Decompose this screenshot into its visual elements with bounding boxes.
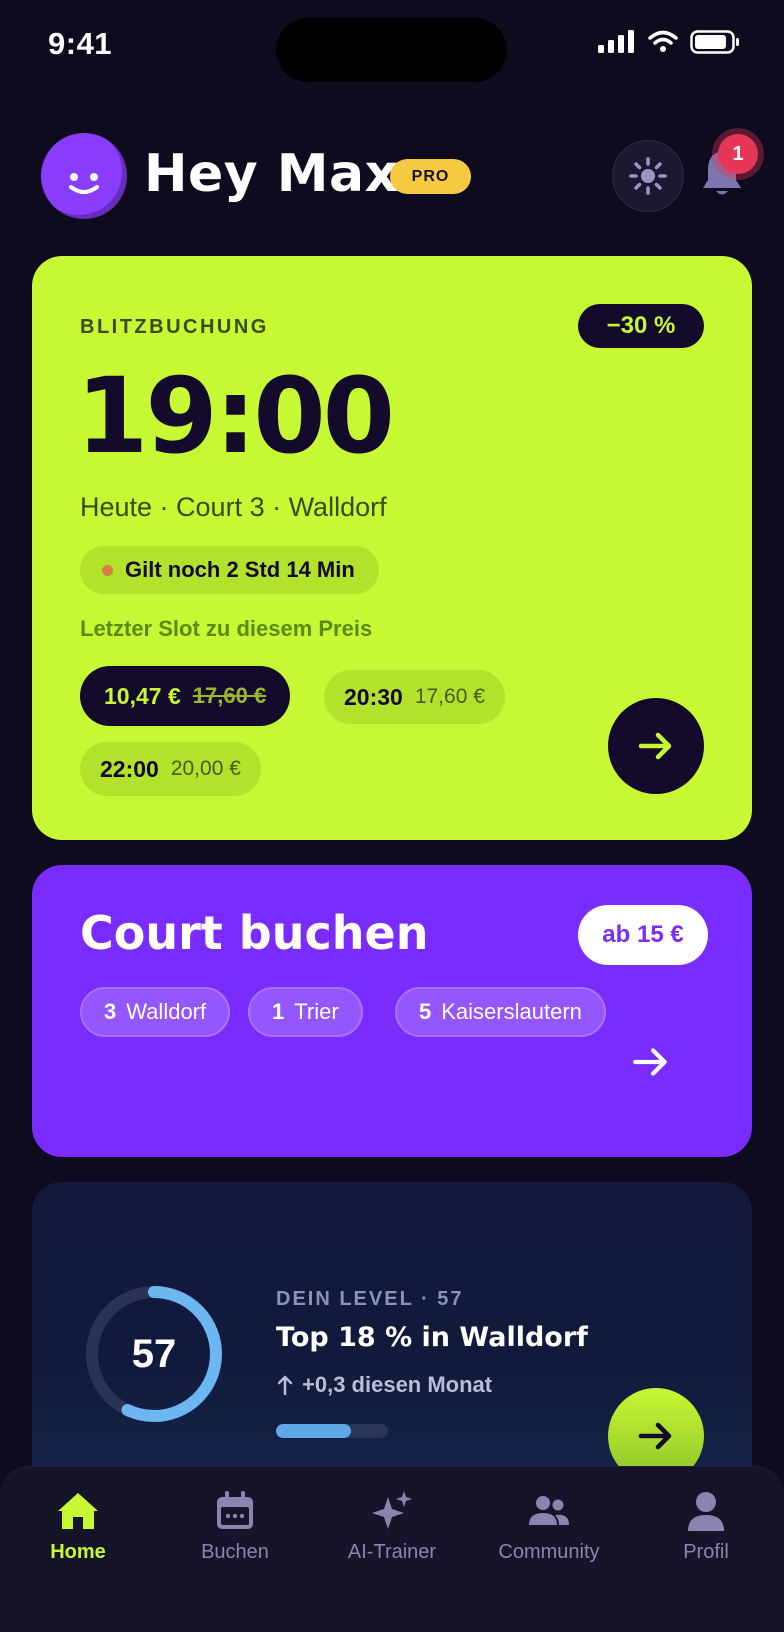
cellular-signal-icon	[598, 30, 634, 53]
validity-pill: Gilt noch 2 Std 14 Min	[80, 546, 379, 594]
tab-buchen[interactable]: Buchen	[165, 1487, 305, 1564]
dynamic-island	[276, 18, 507, 82]
level-progress-fill	[276, 1424, 352, 1438]
slot-price: 10,47 €	[104, 682, 181, 709]
slot-chip[interactable]: 22:00 20,00 €	[80, 742, 261, 796]
tab-home[interactable]: Home	[8, 1487, 148, 1564]
level-label: DEIN LEVEL · 57	[276, 1288, 464, 1310]
home-screen: 9:41 Hey Max PRO 1 BLITZBUCHUNG −30 % 19…	[0, 0, 784, 1632]
location-chip-walldorf[interactable]: 3 Walldorf	[80, 987, 231, 1037]
location-chip-trier[interactable]: 1 Trier	[248, 987, 363, 1037]
pro-badge: PRO	[390, 159, 471, 194]
tab-bar: Home Buchen AI-Trainer Community Profil	[0, 1466, 784, 1632]
status-time: 9:41	[48, 26, 113, 61]
blitz-label: BLITZBUCHUNG	[80, 316, 269, 338]
arrow-right-icon	[638, 1422, 672, 1450]
tab-label: AI-Trainer	[347, 1541, 437, 1563]
people-icon	[529, 1496, 569, 1525]
greeting: Hey Max	[144, 144, 399, 204]
tab-label: Home	[50, 1541, 106, 1563]
level-progress-bar	[276, 1424, 388, 1438]
location-name: Walldorf	[126, 999, 207, 1024]
slot-time: 22:00	[100, 755, 159, 782]
level-trend: +0,3 diesen Monat	[276, 1372, 492, 1398]
slot-chip-selected[interactable]: 10,47 € 17,60 €	[80, 666, 291, 726]
slot-price: 20,00 €	[170, 757, 241, 780]
battery-icon	[690, 30, 739, 54]
home-icon	[58, 1493, 98, 1529]
court-booking-card[interactable]: Court buchen ab 15 € 3 Walldorf 1 Trier …	[32, 865, 752, 1157]
tab-label: Profil	[683, 1541, 729, 1563]
slot-original-price: 17,60 €	[192, 683, 267, 708]
court-count: 3	[104, 999, 117, 1024]
notification-badge: 1	[718, 134, 758, 174]
level-value: 57	[131, 1331, 177, 1376]
location-name: Trier	[294, 999, 339, 1024]
tab-label: Buchen	[201, 1541, 269, 1563]
blitz-booking-card[interactable]: BLITZBUCHUNG −30 % 19:00 Heute · Court 3…	[32, 256, 752, 840]
wifi-icon	[648, 30, 678, 52]
tab-label: Community	[498, 1541, 600, 1563]
smiley-face-icon	[69, 173, 99, 194]
arrow-right-icon[interactable]	[630, 1041, 672, 1083]
sparkle-icon	[372, 1491, 412, 1529]
theme-toggle-button[interactable]	[612, 140, 684, 212]
book-blitz-button[interactable]	[608, 698, 704, 794]
level-card[interactable]: 57 DEIN LEVEL · 57 Top 18 % in Walldorf …	[32, 1182, 752, 1484]
court-count: 5	[419, 999, 432, 1024]
price-from-pill: ab 15 €	[578, 905, 708, 965]
slot-price: 17,60 €	[414, 685, 485, 708]
status-dot-icon	[102, 564, 113, 576]
blitz-details: Heute · Court 3 · Walldorf	[80, 492, 387, 522]
last-slot-note: Letzter Slot zu diesem Preis	[80, 616, 373, 641]
location-name: Kaiserslautern	[441, 999, 582, 1024]
level-rank: Top 18 % in Walldorf	[276, 1322, 588, 1353]
arrow-up-icon	[277, 1375, 293, 1396]
arrow-right-icon	[638, 732, 672, 760]
tab-profil[interactable]: Profil	[636, 1487, 776, 1564]
court-title: Court buchen	[80, 906, 429, 960]
level-trend-text: +0,3 diesen Monat	[302, 1372, 493, 1397]
slot-time: 20:30	[344, 683, 403, 710]
slot-chip[interactable]: 20:30 17,60 €	[324, 670, 505, 724]
sun-icon	[629, 157, 667, 195]
tab-community[interactable]: Community	[479, 1487, 619, 1564]
person-icon	[688, 1492, 724, 1531]
calendar-icon	[217, 1491, 253, 1529]
tab-ai-trainer[interactable]: AI-Trainer	[322, 1487, 462, 1564]
status-icons	[598, 30, 740, 54]
blitz-time: 19:00	[76, 355, 395, 477]
location-chip-kaiserslautern[interactable]: 5 Kaiserslautern	[395, 987, 606, 1037]
court-count: 1	[272, 999, 285, 1024]
validity-text: Gilt noch 2 Std 14 Min	[125, 557, 355, 582]
discount-badge: −30 %	[578, 304, 704, 348]
avatar[interactable]	[41, 133, 127, 219]
